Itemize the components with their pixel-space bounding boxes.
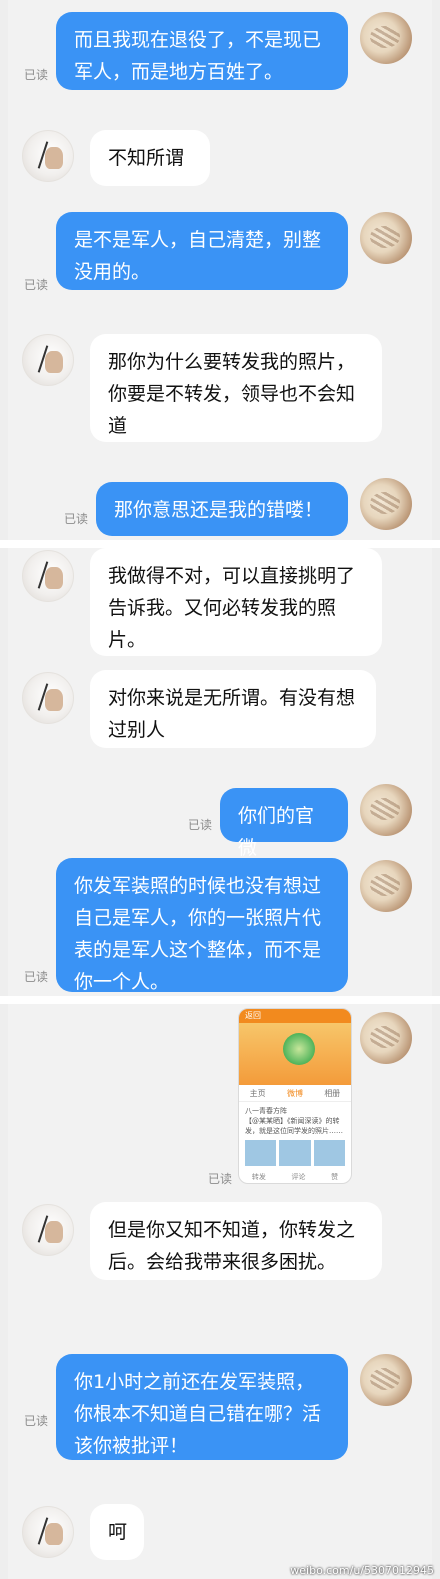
- contact-avatar[interactable]: [22, 334, 74, 386]
- message-out[interactable]: 是不是军人，自己清楚，别整没用的。: [56, 212, 348, 290]
- screenshot-tabs: 主页 微博 相册: [239, 1085, 351, 1102]
- screenshot-banner: [239, 1023, 351, 1085]
- read-status: 已读: [24, 68, 49, 82]
- read-status: 已读: [64, 512, 89, 526]
- screenshot-footer-item: 转发: [251, 1173, 266, 1181]
- my-avatar[interactable]: [360, 12, 412, 64]
- weibo-watermark: weibo.com/u/5307012945: [290, 1564, 434, 1577]
- screenshot-footer-item: 评论: [291, 1173, 306, 1181]
- screenshot-footer-item: 赞: [331, 1173, 339, 1181]
- my-avatar[interactable]: [360, 1012, 412, 1064]
- my-avatar[interactable]: [360, 860, 412, 912]
- message-in[interactable]: 那你为什么要转发我的照片，你要是不转发，领导也不会知道: [90, 334, 382, 442]
- screenshot-tab: 微博: [286, 1088, 303, 1098]
- message-in[interactable]: 我做得不对，可以直接挑明了告诉我。又何必转发我的照片。: [90, 548, 382, 656]
- message-in[interactable]: 对你来说是无所谓。有没有想过别人: [90, 670, 376, 748]
- screenshot-post-title: 八一青春方阵: [245, 1107, 287, 1115]
- read-status: 已读: [208, 1172, 233, 1186]
- message-out[interactable]: 你们的官微: [220, 788, 348, 859]
- contact-avatar[interactable]: [22, 550, 74, 602]
- screenshot-footer: 转发 评论 赞: [239, 1166, 351, 1183]
- contact-avatar[interactable]: [22, 672, 74, 724]
- message-in[interactable]: 但是你又知不知道，你转发之后。会给我带来很多困扰。: [90, 1202, 382, 1280]
- contact-avatar[interactable]: [22, 130, 74, 182]
- message-out[interactable]: 那你意思还是我的错喽！: [96, 482, 348, 536]
- message-out[interactable]: 你发军装照的时候也没有想过自己是军人，你的一张照片代表的是军人这个整体，而不是你…: [56, 858, 348, 993]
- chat-panel-3: 已读 返回 主页 微博 相册 八一青春方阵 【@某某晒】《新闻深读》的转发，就是…: [8, 1004, 432, 1579]
- screenshot-top-bar: 返回: [239, 1009, 351, 1023]
- screenshot-post: 八一青春方阵 【@某某晒】《新闻深读》的转发，就是这位同学发的照片……: [239, 1102, 351, 1140]
- my-avatar[interactable]: [360, 1354, 412, 1406]
- read-status: 已读: [24, 970, 49, 984]
- my-avatar[interactable]: [360, 212, 412, 264]
- contact-avatar[interactable]: [22, 1506, 74, 1558]
- screenshot-tab: 相册: [324, 1088, 341, 1098]
- read-status: 已读: [24, 1414, 49, 1428]
- panel-divider: [0, 996, 440, 1004]
- screenshot-post-text: 【@某某晒】《新闻深读》的转发，就是这位同学发的照片……: [245, 1117, 343, 1135]
- chat-panel-2: 我做得不对，可以直接挑明了告诉我。又何必转发我的照片。 对你来说是无所谓。有没有…: [8, 548, 432, 996]
- screenshot-tab: 主页: [249, 1088, 266, 1098]
- message-in[interactable]: 不知所谓: [90, 130, 210, 186]
- chat-panel-1: 已读 而且我现在退役了，不是现已军人，而是地方百姓了。 不知所谓 已读 是不是军…: [8, 0, 432, 540]
- shared-screenshot-image[interactable]: 返回 主页 微博 相册 八一青春方阵 【@某某晒】《新闻深读》的转发，就是这位同…: [238, 1008, 352, 1184]
- read-status: 已读: [188, 818, 213, 832]
- read-status: 已读: [24, 278, 49, 292]
- screenshot-thumbnails: [239, 1140, 351, 1166]
- panel-divider: [0, 540, 440, 548]
- message-out[interactable]: 而且我现在退役了，不是现已军人，而是地方百姓了。: [56, 12, 348, 90]
- profile-logo-icon: [283, 1033, 315, 1065]
- message-out[interactable]: 你1小时之前还在发军装照，你根本不知道自己错在哪？活该你被批评！: [56, 1354, 348, 1460]
- my-avatar[interactable]: [360, 784, 412, 836]
- contact-avatar[interactable]: [22, 1204, 74, 1256]
- my-avatar[interactable]: [360, 478, 412, 530]
- message-in[interactable]: 呵: [90, 1504, 144, 1560]
